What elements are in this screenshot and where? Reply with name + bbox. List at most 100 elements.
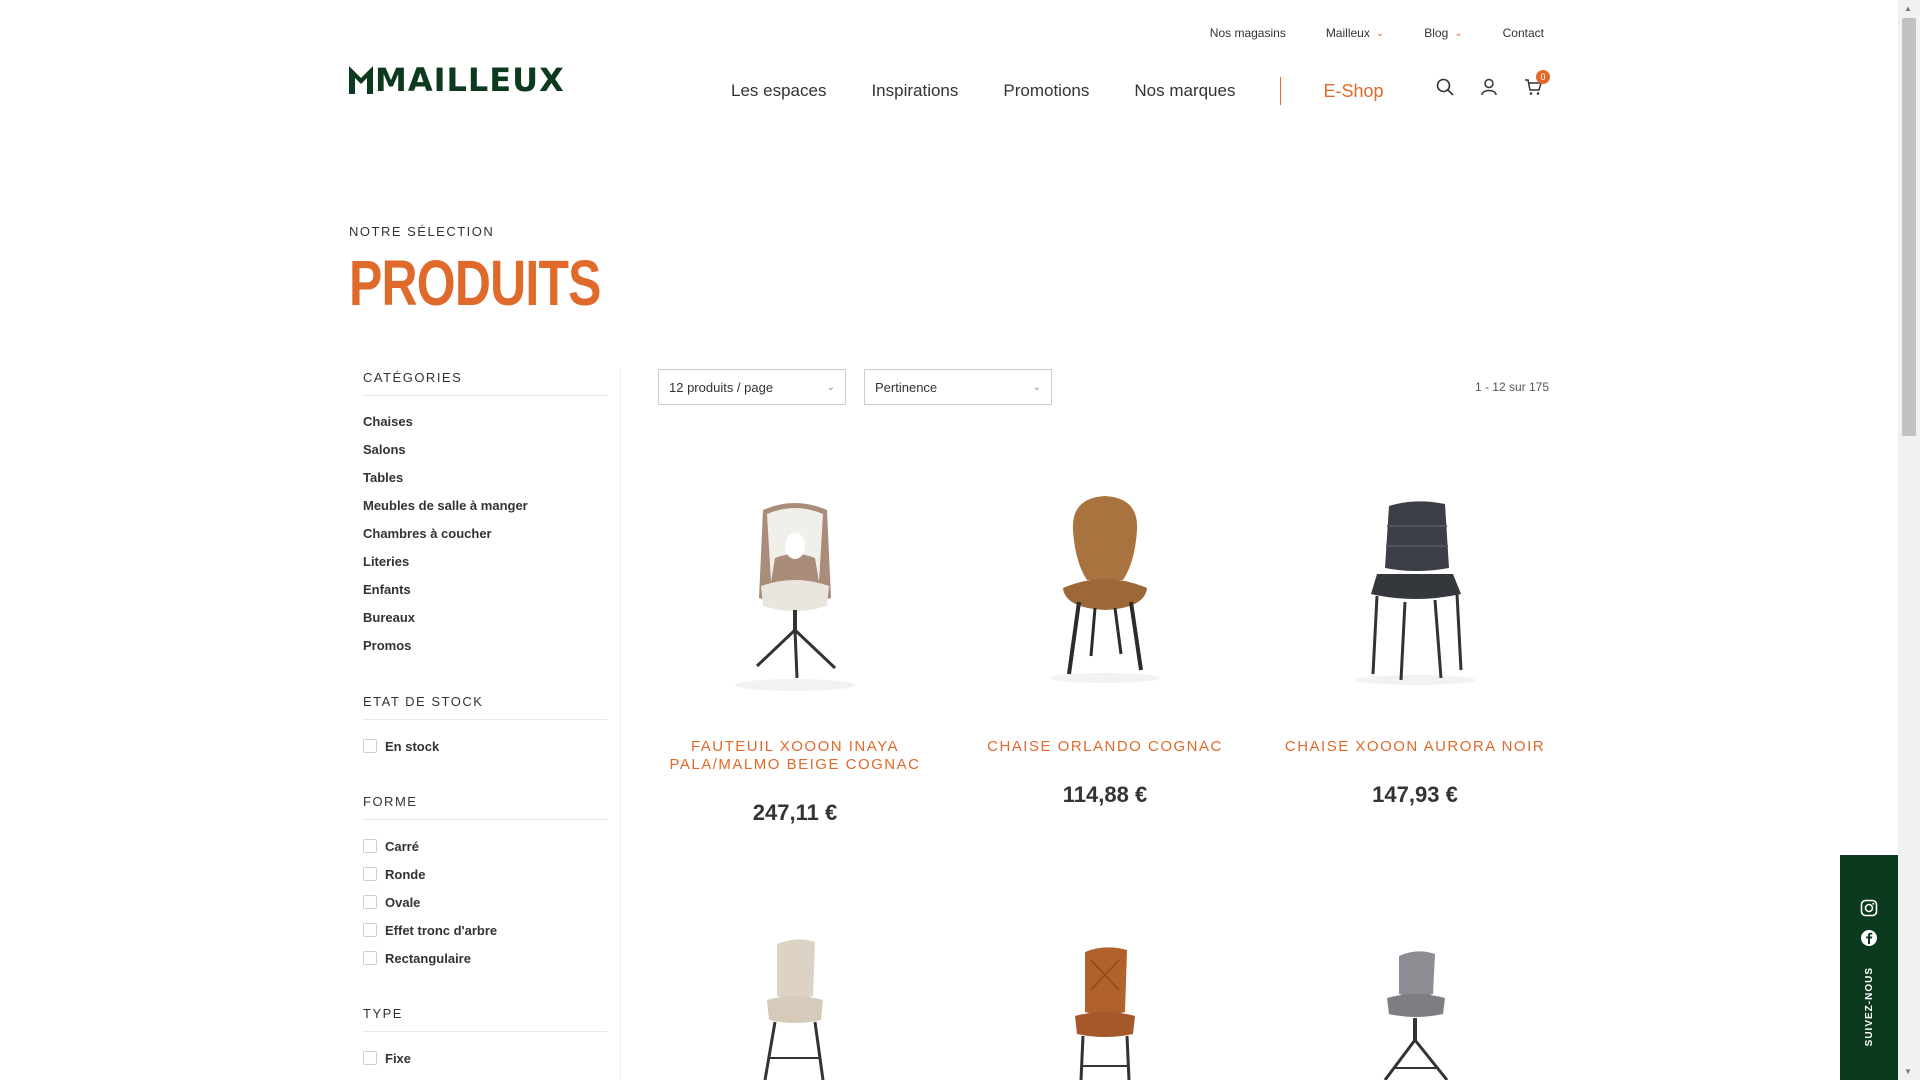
- product-price: 114,88 €: [1062, 782, 1148, 807]
- checkbox[interactable]: [363, 951, 377, 965]
- product-name[interactable]: FAUTEUIL XOOON INAYA PALA/MALMO BEIGE CO…: [645, 738, 945, 774]
- filter-option[interactable]: Effet tronc d'arbre: [363, 916, 607, 944]
- type-filter: TYPE Fixe: [363, 1006, 607, 1072]
- logo[interactable]: MAILLEUX: [349, 64, 565, 96]
- nav-item-marques[interactable]: Nos marques: [1134, 81, 1235, 101]
- product-name[interactable]: CHAISE XOOON AURORA NOIR: [1265, 738, 1565, 756]
- product-image[interactable]: [955, 470, 1255, 730]
- scroll-up-icon[interactable]: ▲: [1904, 4, 1912, 13]
- bar-stool-image-icon: [1383, 951, 1449, 1080]
- category-item[interactable]: Promos: [363, 632, 607, 660]
- nav-item-eshop[interactable]: E-Shop: [1323, 81, 1383, 102]
- category-item[interactable]: Salons: [363, 436, 607, 464]
- nav-item-inspirations[interactable]: Inspirations: [871, 81, 958, 101]
- page-kicker: NOTRE SÉLECTION: [349, 224, 495, 239]
- checkbox[interactable]: [363, 1051, 377, 1065]
- follow-us-label: SUIVEZ-NOUS: [1863, 967, 1875, 1047]
- product-image[interactable]: [955, 930, 1255, 1080]
- scroll-down-icon[interactable]: ▼: [1904, 1067, 1912, 1076]
- filters-sidebar: CATÉGORIES Chaises Salons Tables Meubles…: [363, 370, 607, 1072]
- contact-link[interactable]: Contact: [1503, 26, 1544, 40]
- blog-label: Blog: [1424, 26, 1449, 40]
- checkbox[interactable]: [363, 923, 377, 937]
- product-image[interactable]: [1265, 470, 1565, 730]
- filter-option[interactable]: Ronde: [363, 860, 607, 888]
- results-count: 1 - 12 sur 175: [1474, 380, 1549, 394]
- per-page-select[interactable]: 12 produits / page ⌄: [658, 369, 846, 405]
- checkbox[interactable]: [363, 839, 377, 853]
- product-card[interactable]: CHAISE ORLANDO COGNAC 114,88 €: [955, 470, 1255, 808]
- logo-mark-icon: [349, 66, 373, 94]
- product-card[interactable]: CHAISE XOOON AURORA NOIR 147,93 €: [1265, 470, 1565, 808]
- facebook-icon[interactable]: [1860, 929, 1878, 947]
- product-name[interactable]: CHAISE ORLANDO COGNAC: [955, 738, 1255, 756]
- checkbox[interactable]: [363, 895, 377, 909]
- category-item[interactable]: Chaises: [363, 408, 607, 436]
- sidebar-divider: [620, 368, 621, 1080]
- page-title: PRODUITS: [349, 247, 601, 319]
- category-item[interactable]: Meubles de salle à manger: [363, 492, 607, 520]
- nav-item-espaces[interactable]: Les espaces: [731, 81, 826, 101]
- filter-option[interactable]: En stock: [363, 732, 607, 760]
- page-scrollbar[interactable]: ▲ ▼: [1898, 0, 1920, 1080]
- sort-select[interactable]: Pertinence ⌄: [864, 369, 1052, 405]
- instagram-icon[interactable]: [1860, 899, 1878, 917]
- product-card[interactable]: [1265, 930, 1565, 1080]
- armchair-image-icon: [735, 503, 855, 691]
- product-card[interactable]: [645, 930, 945, 1080]
- per-page-value: 12 produits / page: [669, 379, 774, 395]
- bar-stool-image-icon: [1075, 947, 1135, 1080]
- scrollbar-thumb[interactable]: [1902, 18, 1916, 436]
- search-icon[interactable]: [1436, 78, 1454, 96]
- contact-label: Contact: [1502, 26, 1544, 40]
- stock-filter: ETAT DE STOCK En stock: [363, 694, 607, 760]
- categories-heading: CATÉGORIES: [363, 370, 607, 396]
- chevron-down-icon: ⌄: [1375, 27, 1385, 39]
- checkbox[interactable]: [363, 739, 377, 753]
- stores-link[interactable]: Nos magasins: [1210, 26, 1286, 40]
- filter-option[interactable]: Rectangulaire: [363, 944, 607, 972]
- blog-menu[interactable]: Blog ⌄: [1424, 26, 1462, 40]
- filter-option[interactable]: Fixe: [363, 1044, 607, 1072]
- product-price: 147,93 €: [1372, 782, 1458, 807]
- product-image[interactable]: [645, 470, 945, 730]
- nav-item-promotions[interactable]: Promotions: [1003, 81, 1089, 101]
- filter-option[interactable]: Ovale: [363, 888, 607, 916]
- category-item[interactable]: Chambres à coucher: [363, 520, 607, 548]
- filter-option-label: Effet tronc d'arbre: [385, 922, 498, 938]
- cart-button[interactable]: 0: [1524, 70, 1550, 96]
- category-item[interactable]: Tables: [363, 464, 607, 492]
- filter-option-label: Ovale: [385, 894, 421, 910]
- filter-option-label: Carré: [385, 838, 419, 854]
- filter-option[interactable]: Carré: [363, 832, 607, 860]
- filter-option-label: En stock: [385, 738, 440, 754]
- filter-option-label: Rectangulaire: [385, 950, 471, 966]
- product-image[interactable]: [645, 930, 945, 1080]
- chair-image-icon: [1355, 501, 1475, 685]
- nav-divider: [1280, 77, 1282, 105]
- type-heading: TYPE: [363, 1006, 607, 1032]
- shape-heading: FORME: [363, 794, 607, 820]
- chevron-down-icon: ⌄: [1454, 27, 1463, 39]
- cart-count-badge: 0: [1536, 70, 1550, 84]
- category-item[interactable]: Enfants: [363, 576, 607, 604]
- product-image[interactable]: [1265, 930, 1565, 1080]
- sort-value: Pertinence: [875, 379, 938, 395]
- mailleux-label: Mailleux: [1325, 26, 1370, 40]
- mailleux-menu[interactable]: Mailleux ⌄: [1326, 26, 1384, 40]
- header-icons: 0: [1436, 70, 1550, 96]
- chair-image-icon: [1050, 496, 1160, 683]
- category-item[interactable]: Literies: [363, 548, 607, 576]
- category-item[interactable]: Bureaux: [363, 604, 607, 632]
- follow-us-widget[interactable]: SUIVEZ-NOUS: [1840, 855, 1898, 1080]
- user-icon[interactable]: [1480, 78, 1498, 96]
- stock-heading: ETAT DE STOCK: [363, 694, 607, 720]
- checkbox[interactable]: [363, 867, 377, 881]
- stores-label: Nos magasins: [1209, 26, 1286, 40]
- product-card[interactable]: [955, 930, 1255, 1080]
- main-nav: Les espaces Inspirations Promotions Nos …: [731, 77, 1434, 105]
- chevron-down-icon: ⌄: [1032, 381, 1041, 393]
- product-card[interactable]: FAUTEUIL XOOON INAYA PALA/MALMO BEIGE CO…: [645, 470, 945, 826]
- shape-filter: FORME Carré Ronde Ovale Effet tronc d'ar…: [363, 794, 607, 972]
- logo-text: MAILLEUX: [375, 61, 565, 99]
